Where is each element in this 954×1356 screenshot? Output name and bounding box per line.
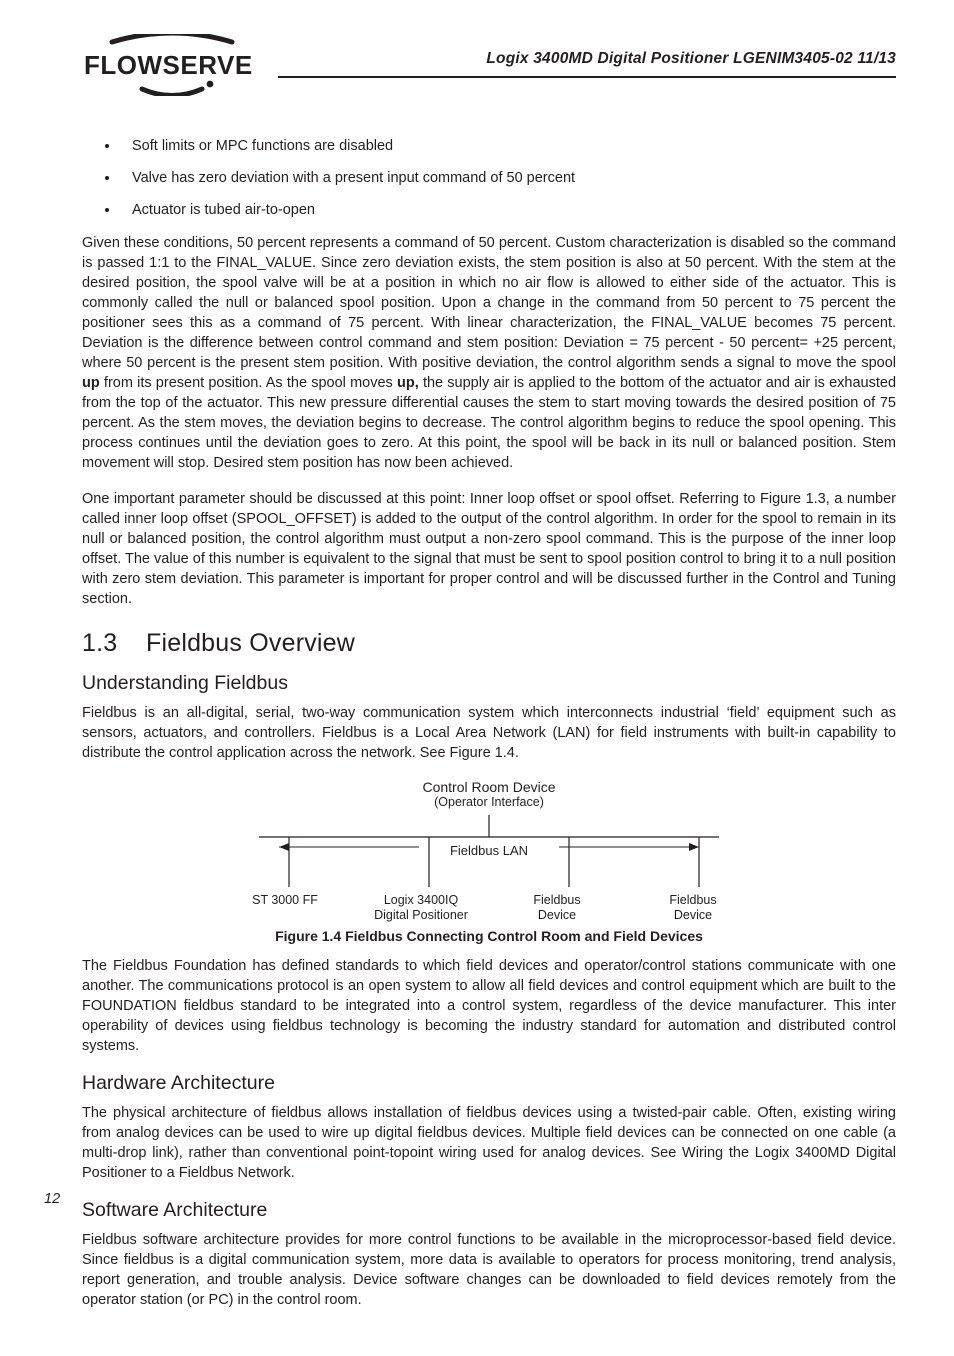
bold-text: up, [397,375,419,391]
figure-lan-label: Fieldbus LAN [444,843,534,858]
figure-device: Fieldbus Device [633,893,753,922]
figure-1-4: Control Room Device (Operator Interface)… [219,779,759,922]
bullet-item: Valve has zero deviation with a present … [120,169,896,187]
device-line2: Digital Positioner [374,908,468,922]
section-number: 1.3 [82,629,146,658]
subsection-heading: Understanding Fieldbus [82,672,896,695]
flowserve-logo: FLOWSERVE [82,34,260,101]
bullet-item: Actuator is tubed air-to-open [120,201,896,219]
device-line1: ST 3000 FF [252,893,318,907]
device-line2: Device [538,908,576,922]
paragraph: The physical architecture of fieldbus al… [82,1103,896,1183]
figure-top-sublabel: (Operator Interface) [219,795,759,809]
section-heading: 1.3Fieldbus Overview [82,629,896,658]
text-run: Given these conditions, 50 percent repre… [82,235,896,371]
document-title: Logix 3400MD Digital Positioner LGENIM34… [486,50,896,68]
paragraph: One important parameter should be discus… [82,489,896,609]
device-line1: Fieldbus [533,893,580,907]
bullet-item: Soft limits or MPC functions are disable… [120,137,896,155]
figure-device: ST 3000 FF [225,893,345,922]
subsection-heading: Hardware Architecture [82,1072,896,1095]
section-title: Fieldbus Overview [146,629,355,657]
svg-text:FLOWSERVE: FLOWSERVE [84,50,253,80]
figure-top-label: Control Room Device [219,779,759,795]
paragraph: The Fieldbus Foundation has defined stan… [82,956,896,1056]
device-line2: Device [674,908,712,922]
figure-device: Logix 3400IQ Digital Positioner [361,893,481,922]
figure-caption: Figure 1.4 Fieldbus Connecting Control R… [82,928,896,944]
header-rule [278,76,896,78]
paragraph: Fieldbus is an all-digital, serial, two-… [82,703,896,763]
bold-text: up [82,375,100,391]
subsection-heading: Software Architecture [82,1199,896,1222]
page-number: 12 [44,1191,60,1207]
text-run: from its present position. As the spool … [100,375,397,391]
paragraph: Fieldbus software architecture provides … [82,1230,896,1310]
figure-device: Fieldbus Device [497,893,617,922]
bullet-list: Soft limits or MPC functions are disable… [82,137,896,219]
page-header: FLOWSERVE Logix 3400MD Digital Positione… [82,38,896,101]
device-line1: Logix 3400IQ [384,893,458,907]
device-line1: Fieldbus [669,893,716,907]
paragraph: Given these conditions, 50 percent repre… [82,233,896,473]
